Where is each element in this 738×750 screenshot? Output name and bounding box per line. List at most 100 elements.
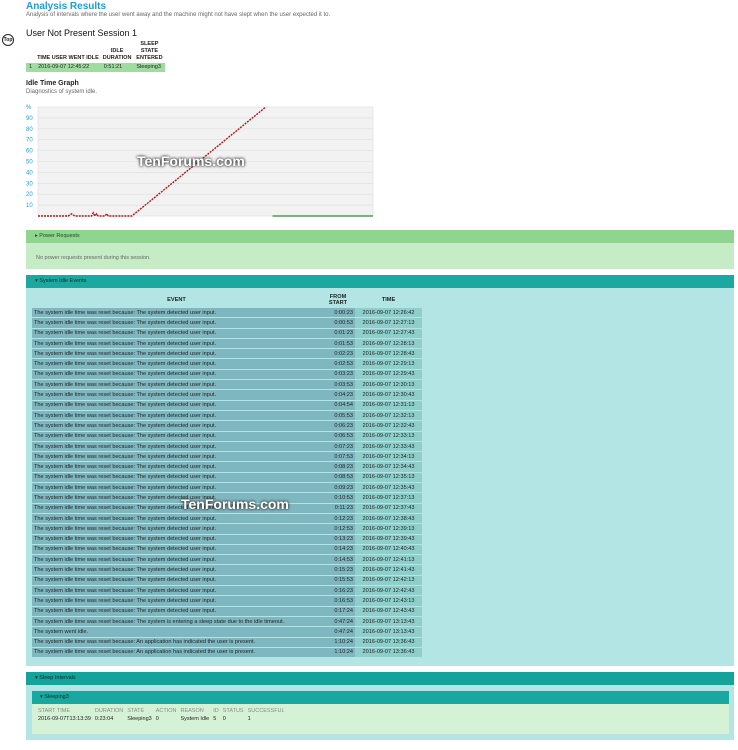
sleep-cell: 0	[155, 716, 159, 722]
event-time: 2016-09-07 12:30:43	[355, 390, 422, 400]
top-button[interactable]: Top	[2, 34, 14, 46]
event-text: The system idle time was reset because: …	[32, 596, 321, 606]
power-requests-title: Power Requests	[39, 233, 80, 239]
idle-event-row: The system idle time was reset because: …	[32, 565, 422, 575]
event-from-start: 1:10:24	[321, 647, 355, 658]
session-duration: 0:51:21	[100, 63, 134, 72]
sleeping3-title: Sleeping3	[44, 694, 69, 700]
sleep-col-state: STATE	[127, 708, 145, 714]
idle-event-row: The system idle time was reset because: …	[32, 359, 422, 369]
event-time: 2016-09-07 12:26:42	[355, 308, 422, 318]
idle-event-row: The system idle time was reset because: …	[32, 524, 422, 534]
event-time: 2016-09-07 13:36:43	[355, 637, 422, 647]
session-index: 1	[26, 63, 36, 72]
event-from-start: 0:08:53	[321, 472, 355, 483]
idle-event-row: The system idle time was reset because: …	[32, 637, 422, 647]
event-from-start: 0:15:23	[321, 565, 355, 575]
event-from-start: 0:01:53	[321, 338, 355, 349]
sleep-cell: 2016-09-07T13:13:39	[38, 716, 91, 722]
sleep-col-id: ID	[213, 708, 219, 714]
page-title: Analysis Results	[26, 1, 107, 12]
event-text: The system idle time was reset because: …	[32, 513, 321, 524]
event-time: 2016-09-07 12:42:43	[355, 586, 422, 596]
y-tick-label: 60	[26, 149, 33, 155]
idle-event-row: The system idle time was reset because: …	[32, 390, 422, 400]
event-time: 2016-09-07 12:29:13	[355, 359, 422, 369]
event-time: 2016-09-07 12:29:43	[355, 369, 422, 380]
event-text: The system idle time was reset because: …	[32, 472, 321, 483]
power-requests-section: ▸ Power Requests No power requests prese…	[26, 230, 734, 269]
event-text: The system idle time was reset because: …	[32, 338, 321, 349]
event-text: The system idle time was reset because: …	[32, 421, 321, 431]
session-time: 2016-09-07 12:45:22	[35, 63, 101, 72]
event-text: The system idle time was reset because: …	[32, 534, 321, 544]
event-text: The system idle time was reset because: …	[32, 380, 321, 390]
event-from-start: 0:07:23	[321, 441, 355, 452]
idle-event-row: The system idle time was reset because: …	[32, 534, 422, 544]
event-text: The system went idle.	[32, 627, 321, 637]
event-time: 2016-09-07 12:35:43	[355, 483, 422, 493]
event-from-start: 0:47:24	[321, 616, 355, 627]
event-time: 2016-09-07 12:37:43	[355, 503, 422, 513]
event-from-start: 0:02:23	[321, 349, 355, 359]
event-text: The system idle time was reset because: …	[32, 586, 321, 596]
event-from-start: 0:12:53	[321, 524, 355, 534]
event-text: The system idle time was reset because: …	[32, 606, 321, 616]
event-time: 2016-09-07 12:32:43	[355, 421, 422, 431]
idle-event-row: The system idle time was reset because: …	[32, 462, 422, 472]
event-from-start: 0:13:23	[321, 534, 355, 544]
event-from-start: 0:09:23	[321, 483, 355, 493]
event-time: 2016-09-07 12:33:13	[355, 431, 422, 441]
col-time: TIME	[381, 297, 396, 303]
col-event: EVENT	[167, 297, 186, 303]
y-tick-label: 80	[26, 127, 33, 133]
event-from-start: 0:14:53	[321, 555, 355, 565]
event-text: The system idle time was reset because: …	[32, 544, 321, 555]
event-from-start: 0:05:53	[321, 410, 355, 421]
event-from-start: 0:07:53	[321, 452, 355, 462]
y-tick-label: 50	[26, 160, 33, 166]
idle-event-row: The system idle time was reset because: …	[32, 328, 422, 338]
power-requests-header[interactable]: ▸ Power Requests	[26, 230, 734, 243]
idle-event-row: The system idle time was reset because: …	[32, 483, 422, 493]
event-from-start: 0:11:23	[321, 503, 355, 513]
y-tick-label: 70	[26, 138, 33, 144]
event-time: 2016-09-07 12:31:13	[355, 400, 422, 410]
event-from-start: 0:47:24	[321, 627, 355, 637]
event-time: 2016-09-07 12:41:43	[355, 565, 422, 575]
idle-event-row: The system idle time was reset because: …	[32, 338, 422, 349]
idle-event-row: The system idle time was reset because: …	[32, 513, 422, 524]
event-time: 2016-09-07 13:13:43	[355, 616, 422, 627]
sleep-interval-row: 2016-09-07T13:13:39 0:23:04 Sleeping3 0 Syst…	[38, 716, 289, 722]
session-state: Sleeping3	[133, 63, 166, 72]
page-subtitle: Analysis of intervals where the user wen…	[26, 12, 331, 18]
event-time: 2016-09-07 13:36:43	[355, 647, 422, 658]
event-from-start: 0:03:23	[321, 369, 355, 380]
idle-event-row: The system idle time was reset because: …	[32, 544, 422, 555]
idle-event-row: The system idle time was reset because: …	[32, 431, 422, 441]
sleep-intervals-table: START TIME DURATION STATE ACTION REASON ID STA…	[38, 708, 289, 722]
sleeping3-header[interactable]: ▾ Sleeping3	[32, 691, 729, 704]
idle-event-row: The system idle time was reset because: …	[32, 369, 422, 380]
sleep-col-start-time: START TIME	[38, 708, 70, 714]
event-from-start: 0:00:53	[321, 318, 355, 328]
event-from-start: 0:10:53	[321, 493, 355, 503]
idle-event-row: The system idle time was reset because: …	[32, 616, 422, 627]
event-text: The system idle time was reset because: …	[32, 555, 321, 565]
y-unit-label: %	[26, 105, 32, 111]
sleep-col-reason: REASON	[180, 708, 204, 714]
sleep-intervals-header[interactable]: ▾ Sleep Intervals	[26, 672, 734, 685]
event-from-start: 1:10:24	[321, 637, 355, 647]
event-time: 2016-09-07 12:37:13	[355, 493, 422, 503]
event-from-start: 0:15:53	[321, 575, 355, 586]
event-text: The system idle time was reset because: …	[32, 524, 321, 534]
col-from-start: FROM START	[328, 294, 348, 306]
event-from-start: 0:12:23	[321, 513, 355, 524]
event-text: The system idle time was reset because: …	[32, 637, 321, 647]
event-text: The system idle time was reset because: …	[32, 328, 321, 338]
event-from-start: 0:06:53	[321, 431, 355, 441]
idle-events-header[interactable]: ▾ System Idle Events	[26, 275, 734, 288]
event-from-start: 0:17:24	[321, 606, 355, 616]
sleep-col-status: STATUS	[222, 708, 244, 714]
y-tick-label: 40	[26, 170, 33, 176]
